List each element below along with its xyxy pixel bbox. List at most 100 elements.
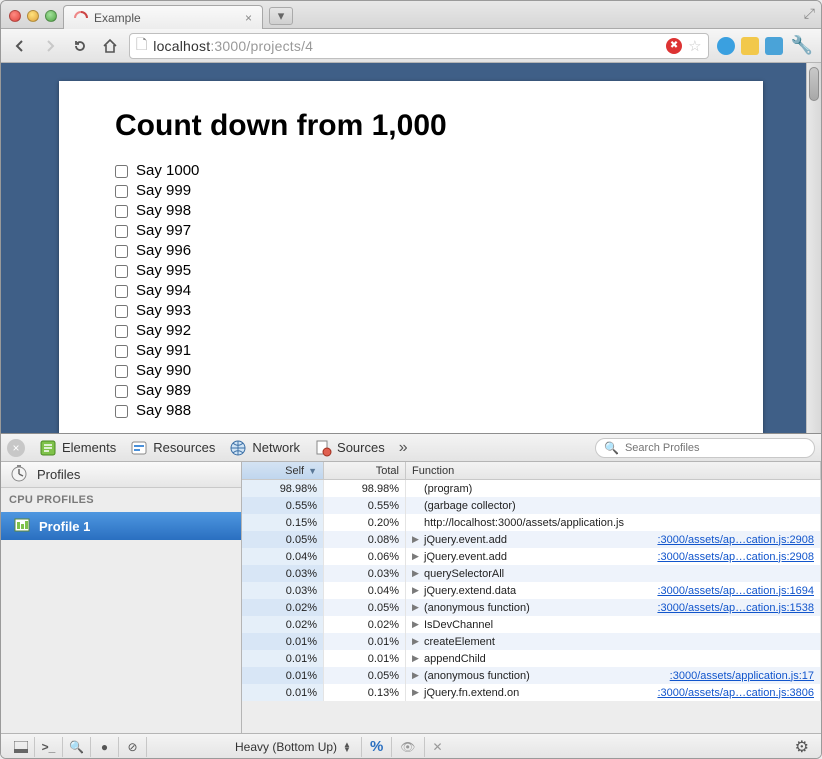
todo-checkbox[interactable]	[115, 205, 128, 218]
cell-function: (program)	[406, 480, 821, 497]
table-row[interactable]: 0.01%0.13%▶jQuery.fn.extend.on:3000/asse…	[242, 684, 821, 701]
col-self[interactable]: Self▼	[242, 462, 324, 479]
search-input[interactable]	[625, 442, 806, 454]
browser-window: Example × ▾ ⤢ 🗋 localhost:3000/projects/…	[0, 0, 822, 759]
console-toggle-button[interactable]: >_	[35, 737, 63, 757]
expand-window-icon[interactable]: ⤢	[804, 5, 815, 22]
extension-folder-icon[interactable]	[741, 37, 759, 55]
todo-checkbox[interactable]	[115, 345, 128, 358]
extension-cloud-icon[interactable]	[717, 37, 735, 55]
dock-toggle-button[interactable]	[7, 737, 35, 757]
search-icon: 🔍	[604, 441, 619, 455]
forward-button[interactable]	[39, 35, 61, 57]
delete-profile-button[interactable]: ✕	[425, 737, 451, 757]
table-row[interactable]: 0.02%0.02%▶IsDevChannel	[242, 616, 821, 633]
todo-checkbox[interactable]	[115, 285, 128, 298]
record-button[interactable]: ●	[91, 737, 119, 757]
col-total[interactable]: Total	[324, 462, 406, 479]
disclosure-triangle-icon[interactable]: ▶	[412, 551, 420, 562]
tab-network[interactable]: Network	[229, 439, 300, 457]
address-bar[interactable]: 🗋 localhost:3000/projects/4 ✖ ☆	[129, 33, 709, 59]
tab-resources[interactable]: Resources	[130, 439, 215, 457]
todo-checkbox[interactable]	[115, 405, 128, 418]
function-name: createElement	[424, 636, 495, 648]
table-row[interactable]: 0.05%0.08%▶jQuery.event.add:3000/assets/…	[242, 531, 821, 548]
devtools-close-button[interactable]: ×	[7, 439, 25, 457]
todo-checkbox[interactable]	[115, 225, 128, 238]
extension-blue-icon[interactable]	[765, 37, 783, 55]
reload-button[interactable]	[69, 35, 91, 57]
clear-button[interactable]: ⊘	[119, 737, 147, 757]
disclosure-triangle-icon[interactable]: ▶	[412, 585, 420, 596]
table-row[interactable]: 0.01%0.05%▶(anonymous function):3000/ass…	[242, 667, 821, 684]
minimize-window-button[interactable]	[27, 10, 39, 22]
tab-close-icon[interactable]: ×	[245, 11, 252, 25]
table-row[interactable]: 0.15%0.20%http://localhost:3000/assets/a…	[242, 514, 821, 531]
source-link[interactable]: :3000/assets/ap…cation.js:3806	[657, 687, 814, 699]
scrollbar-thumb[interactable]	[809, 67, 819, 101]
disclosure-triangle-icon[interactable]: ▶	[412, 602, 420, 613]
search-button[interactable]: 🔍	[63, 737, 91, 757]
cell-function: ▶(anonymous function):3000/assets/ap…cat…	[406, 599, 821, 616]
source-link[interactable]: :3000/assets/ap…cation.js:2908	[657, 534, 814, 546]
new-tab-button[interactable]: ▾	[269, 7, 293, 25]
tabs-overflow-button[interactable]: »	[399, 439, 408, 457]
disclosure-triangle-icon[interactable]: ▶	[412, 568, 420, 579]
source-link[interactable]: :3000/assets/ap…cation.js:2908	[657, 551, 814, 563]
source-link[interactable]: :3000/assets/ap…cation.js:1694	[657, 585, 814, 597]
todo-checkbox[interactable]	[115, 365, 128, 378]
disclosure-triangle-icon[interactable]: ▶	[412, 670, 420, 681]
cell-total: 0.13%	[324, 684, 406, 701]
table-row[interactable]: 98.98%98.98%(program)	[242, 480, 821, 497]
list-item: Say 989	[115, 381, 707, 401]
table-row[interactable]: 0.03%0.04%▶jQuery.extend.data:3000/asset…	[242, 582, 821, 599]
table-row[interactable]: 0.02%0.05%▶(anonymous function):3000/ass…	[242, 599, 821, 616]
todo-checkbox[interactable]	[115, 245, 128, 258]
search-profiles-field[interactable]: 🔍	[595, 438, 815, 458]
sidebar-item-profile[interactable]: Profile 1	[1, 512, 241, 540]
todo-checkbox[interactable]	[115, 265, 128, 278]
settings-gear-icon[interactable]: ⚙	[789, 737, 815, 757]
todo-checkbox[interactable]	[115, 185, 128, 198]
tab-strip: Example × ▾ ⤢	[1, 1, 821, 29]
stop-badge-icon[interactable]: ✖	[666, 38, 682, 54]
tab-elements[interactable]: Elements	[39, 439, 116, 457]
cell-total: 0.20%	[324, 514, 406, 531]
page-scrollbar[interactable]	[806, 63, 821, 433]
home-button[interactable]	[99, 35, 121, 57]
table-row[interactable]: 0.55%0.55%(garbage collector)	[242, 497, 821, 514]
tab-label: Sources	[337, 440, 385, 455]
disclosure-triangle-icon[interactable]: ▶	[412, 636, 420, 647]
disclosure-triangle-icon[interactable]: ▶	[412, 534, 420, 545]
table-row[interactable]: 0.01%0.01%▶appendChild	[242, 650, 821, 667]
table-row[interactable]: 0.03%0.03%▶querySelectorAll	[242, 565, 821, 582]
wrench-menu-icon[interactable]: 🔧	[791, 35, 813, 56]
todo-checkbox[interactable]	[115, 305, 128, 318]
browser-tab[interactable]: Example ×	[63, 5, 263, 29]
close-window-button[interactable]	[9, 10, 21, 22]
disclosure-triangle-icon[interactable]: ▶	[412, 653, 420, 664]
todo-checkbox[interactable]	[115, 325, 128, 338]
todo-label: Say 994	[136, 281, 191, 301]
todo-label: Say 996	[136, 241, 191, 261]
source-link[interactable]: :3000/assets/application.js:17	[670, 670, 814, 682]
cell-self: 0.01%	[242, 667, 324, 684]
cell-self: 0.15%	[242, 514, 324, 531]
view-mode-select[interactable]: Heavy (Bottom Up) ▲▼	[225, 737, 362, 757]
todo-checkbox[interactable]	[115, 385, 128, 398]
source-link[interactable]: :3000/assets/ap…cation.js:1538	[657, 602, 814, 614]
percent-toggle-button[interactable]: %	[362, 737, 392, 757]
cell-self: 0.03%	[242, 582, 324, 599]
zoom-window-button[interactable]	[45, 10, 57, 22]
todo-checkbox[interactable]	[115, 165, 128, 178]
tab-sources[interactable]: Sources	[314, 439, 385, 457]
col-function[interactable]: Function	[406, 462, 821, 479]
disclosure-triangle-icon[interactable]: ▶	[412, 619, 420, 630]
focus-toggle-button[interactable]: 👁	[392, 737, 424, 757]
bookmark-star-icon[interactable]: ☆	[688, 37, 701, 55]
table-row[interactable]: 0.01%0.01%▶createElement	[242, 633, 821, 650]
cell-total: 98.98%	[324, 480, 406, 497]
back-button[interactable]	[9, 35, 31, 57]
table-row[interactable]: 0.04%0.06%▶jQuery.event.add:3000/assets/…	[242, 548, 821, 565]
disclosure-triangle-icon[interactable]: ▶	[412, 687, 420, 698]
